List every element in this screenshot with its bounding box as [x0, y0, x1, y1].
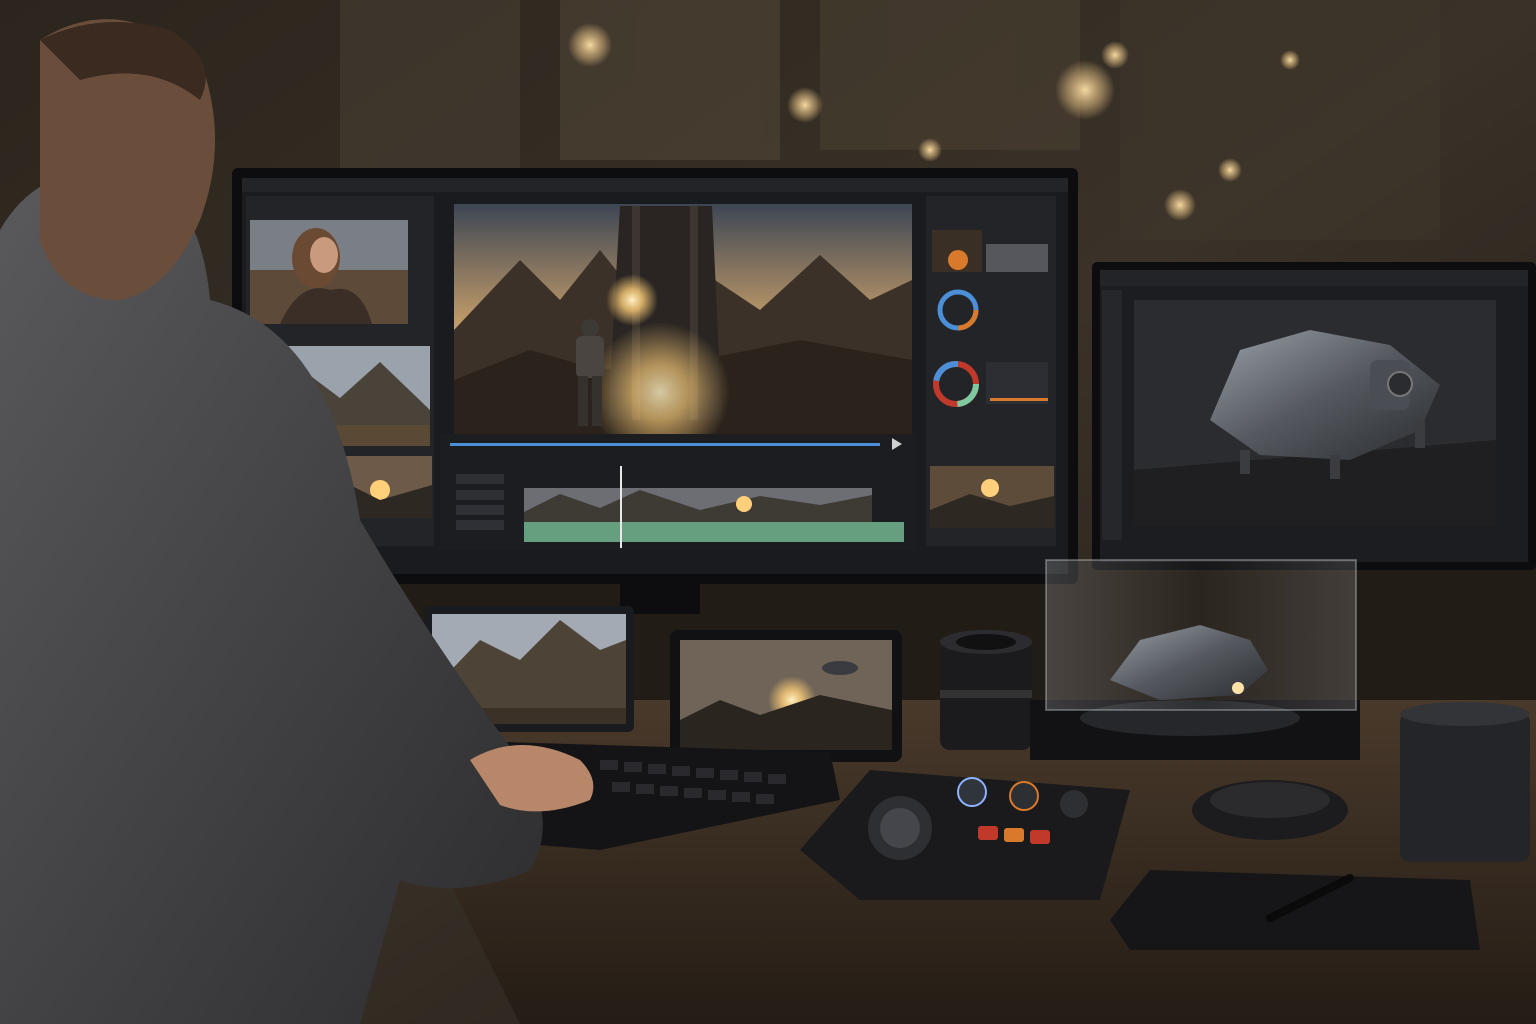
modeling-toolbar[interactable]	[1102, 290, 1122, 540]
camera-lens	[940, 630, 1032, 750]
button-red-2[interactable]	[1030, 830, 1050, 844]
timeline-audio-track[interactable]	[524, 522, 904, 542]
timeline-playhead[interactable]	[620, 466, 622, 548]
grade-sliders-panel	[986, 362, 1048, 404]
grade-slider[interactable]	[990, 398, 1048, 401]
right-monitor	[1092, 262, 1536, 570]
media-bin-thumb-portrait[interactable]	[250, 220, 408, 324]
scene-illustration	[0, 0, 1536, 1024]
knob-orange[interactable]	[1009, 781, 1039, 811]
lens-ring	[1192, 780, 1348, 840]
timeline-video-track[interactable]	[524, 488, 872, 522]
program-viewer[interactable]	[454, 204, 912, 462]
knob-blue[interactable]	[957, 777, 987, 807]
tablet	[670, 630, 902, 762]
modeling-app-menu	[1100, 270, 1528, 286]
button-red-1[interactable]	[978, 826, 998, 840]
menu-bar	[242, 178, 1068, 192]
display-case	[1030, 559, 1360, 760]
playhead-scrubber[interactable]	[450, 443, 880, 446]
knob-gray[interactable]	[1060, 790, 1088, 818]
workstation-scene	[0, 0, 1536, 1024]
inspector-thumb-sunset[interactable]	[930, 466, 1054, 528]
button-orange[interactable]	[1004, 828, 1024, 842]
drawing-tablet[interactable]	[1110, 870, 1480, 950]
coffee-mug	[1400, 702, 1530, 862]
